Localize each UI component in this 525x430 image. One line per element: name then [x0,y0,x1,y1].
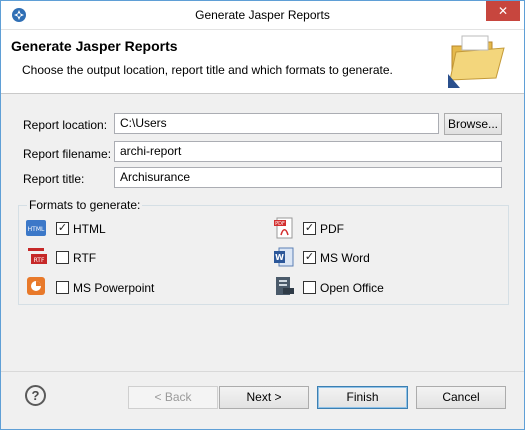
dialog-window: Generate Jasper Reports ✕ Generate Jaspe… [0,0,525,430]
report-location-field[interactable]: C:\Users [114,113,439,134]
open-office-checkbox[interactable] [303,281,316,294]
report-title-label: Report title: [23,172,85,186]
svg-text:PDF: PDF [275,221,285,227]
browse-button[interactable]: Browse... [444,113,502,135]
report-title-field[interactable]: Archisurance [114,167,502,188]
ms-word-label: MS Word [320,251,370,265]
svg-text:HTML: HTML [28,226,45,233]
svg-text:W: W [275,253,284,262]
page-description: Choose the output location, report title… [22,63,393,77]
back-button[interactable]: < Back [128,386,218,409]
help-icon[interactable]: ? [25,385,46,406]
html-icon: HTML [26,220,46,236]
title-bar: Generate Jasper Reports ✕ [1,1,524,30]
button-bar-separator [1,371,524,372]
ms-word-icon: W [274,247,294,267]
page-title: Generate Jasper Reports [11,38,178,54]
ms-powerpoint-label: MS Powerpoint [73,281,155,295]
html-checkbox[interactable]: ✓ [56,222,69,235]
next-button[interactable]: Next > [219,386,309,409]
rtf-icon: RTF [28,248,47,264]
open-office-icon [276,277,294,295]
ms-word-checkbox[interactable]: ✓ [303,251,316,264]
folder-icon [448,35,505,88]
close-button[interactable]: ✕ [486,1,520,21]
open-office-label: Open Office [320,281,384,295]
cancel-button[interactable]: Cancel [416,386,506,409]
window-title: Generate Jasper Reports [195,8,330,22]
finish-button[interactable]: Finish [317,386,408,409]
ms-powerpoint-icon [27,277,45,295]
pdf-icon: PDF [274,217,293,239]
rtf-checkbox[interactable] [56,251,69,264]
svg-text:RTF: RTF [34,257,45,264]
report-filename-field[interactable]: archi-report [114,141,502,162]
report-location-label: Report location: [23,118,108,132]
header-banner: Generate Jasper Reports Choose the outpu… [1,30,524,94]
formats-group-title: Formats to generate: [27,198,143,212]
rtf-label: RTF [73,251,97,265]
ms-powerpoint-checkbox[interactable] [56,281,69,294]
pdf-label: PDF [320,222,344,236]
html-label: HTML [73,222,106,236]
pdf-checkbox[interactable]: ✓ [303,222,316,235]
report-filename-label: Report filename: [23,147,112,161]
